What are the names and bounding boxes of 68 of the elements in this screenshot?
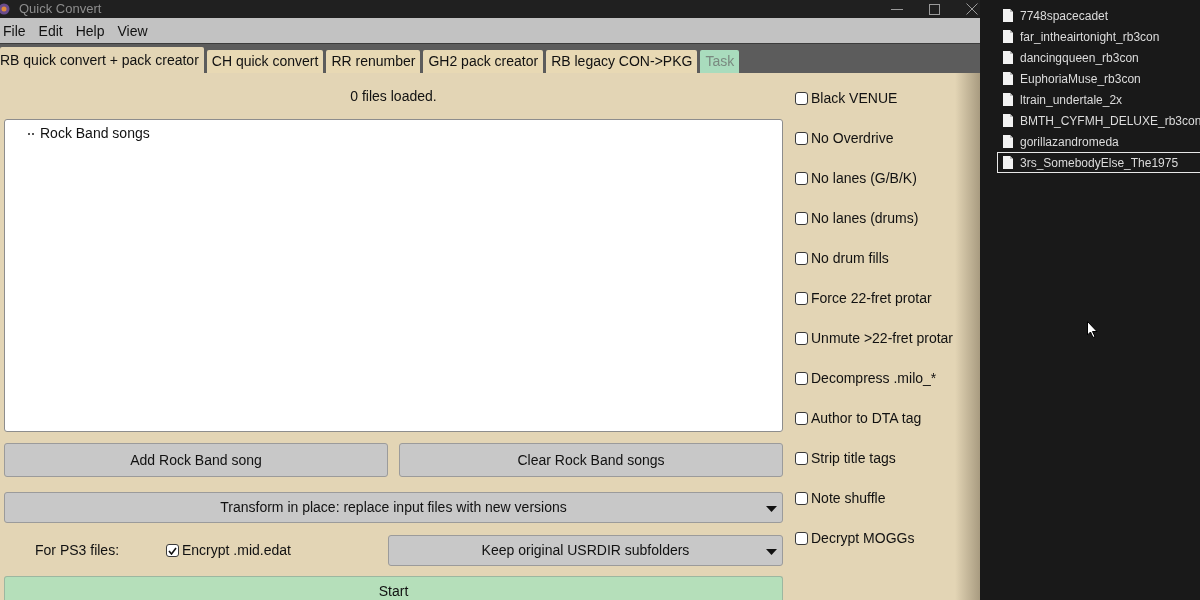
song-button[interactable]: Clear Rock Band songs: [399, 443, 783, 477]
checkbox-label: Encrypt .mid.edat: [182, 541, 291, 560]
checkbox-label: Decompress .milo_*: [811, 368, 937, 388]
checkbox[interactable]: [795, 451, 808, 465]
explorer-entry[interactable]: ltrain_undertale_2x: [997, 89, 1200, 110]
checkbox[interactable]: [795, 291, 808, 305]
ps3-label: For PS3 files:: [35, 541, 121, 560]
menu-item[interactable]: File: [3, 21, 26, 40]
document-icon: [1003, 9, 1013, 22]
status-text: 0 files loaded.: [350, 86, 437, 106]
dropdown[interactable]: Keep original USRDIR subfolders: [388, 535, 783, 566]
checkbox-label: No drum fills: [811, 248, 889, 268]
caret-icon: [766, 506, 777, 512]
document-icon: [1003, 135, 1013, 148]
checkbox[interactable]: [795, 91, 808, 105]
start-button[interactable]: Start: [4, 576, 783, 600]
mouse-pointer-icon: [1087, 321, 1098, 338]
explorer-entry[interactable]: EuphoriaMuse_rb3con: [997, 68, 1200, 89]
tab[interactable]: GH2 pack creator: [423, 50, 544, 73]
checkbox[interactable]: [166, 544, 179, 557]
menu-item[interactable]: View: [117, 21, 148, 40]
checkbox[interactable]: [795, 531, 808, 545]
checkbox-label: Force 22-fret protar: [811, 288, 932, 308]
menu-item[interactable]: Help: [75, 21, 105, 40]
document-icon: [1003, 156, 1013, 169]
song-button[interactable]: Add Rock Band song: [4, 443, 388, 477]
checkbox[interactable]: [795, 331, 808, 345]
app-icon: [0, 3, 10, 15]
checkbox[interactable]: [795, 211, 808, 225]
window-title: Quick Convert: [19, 1, 102, 17]
checkbox[interactable]: [795, 131, 808, 145]
close-icon[interactable]: [966, 3, 978, 15]
checkbox-label: Note shuffle: [811, 488, 886, 508]
checkmark-icon: [168, 546, 177, 555]
explorer-entry[interactable]: 7748spacecadet: [997, 5, 1200, 26]
checkbox-label: No Overdrive: [811, 128, 894, 148]
checkbox-label: Author to DTA tag: [811, 408, 922, 428]
checkbox-label: Strip title tags: [811, 448, 896, 468]
checkbox[interactable]: [795, 251, 808, 265]
checkbox[interactable]: [795, 411, 808, 425]
dropdown[interactable]: Transform in place: replace input files with new versions: [4, 492, 783, 523]
checkbox-label: Black VENUE: [811, 88, 898, 108]
explorer-entry[interactable]: dancingqueen_rb3con: [997, 47, 1200, 68]
tree-connector-icon: [28, 132, 34, 135]
checkbox-label: Decrypt MOGGs: [811, 528, 915, 548]
checkbox[interactable]: [795, 491, 808, 505]
menu-item[interactable]: Edit: [38, 21, 63, 40]
tree-node[interactable]: Rock Band songs: [40, 125, 150, 142]
checkbox[interactable]: [795, 371, 808, 385]
checkbox-label: No lanes (drums): [811, 208, 919, 228]
tab[interactable]: RR renumber: [326, 50, 421, 73]
explorer-entry[interactable]: BMTH_CYFMH_DELUXE_rb3con: [997, 110, 1200, 131]
explorer-entry[interactable]: gorillazandromeda: [997, 131, 1200, 152]
checkbox[interactable]: [795, 171, 808, 185]
checkbox-label: Unmute >22-fret protar: [811, 328, 953, 348]
caret-icon: [766, 549, 777, 555]
tab[interactable]: RB quick convert + pack creator: [0, 47, 204, 73]
explorer-entry[interactable]: 3rs_SomebodyElse_The1975: [997, 152, 1200, 173]
checkbox-label: No lanes (G/B/K): [811, 168, 917, 188]
document-icon: [1003, 51, 1013, 64]
tab[interactable]: RB legacy CON->PKG: [546, 50, 698, 73]
document-icon: [1003, 30, 1013, 43]
document-icon: [1003, 114, 1013, 127]
document-icon: [1003, 72, 1013, 85]
tab[interactable]: CH quick convert: [206, 50, 324, 73]
explorer-entry[interactable]: far_intheairtonight_rb3con: [997, 26, 1200, 47]
document-icon: [1003, 93, 1013, 106]
maximize-icon[interactable]: [929, 3, 940, 15]
